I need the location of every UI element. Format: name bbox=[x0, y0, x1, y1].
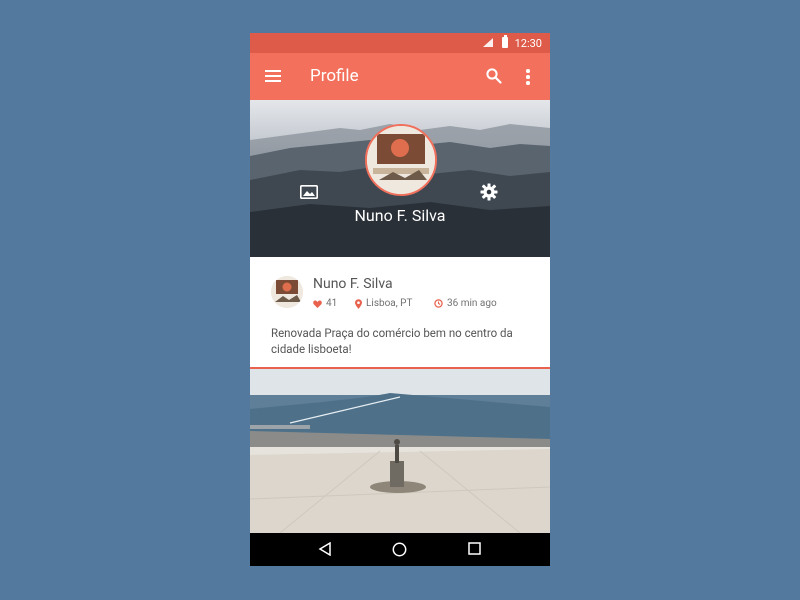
likes-meta[interactable]: 41 bbox=[313, 298, 337, 309]
home-circle-icon[interactable] bbox=[392, 542, 407, 557]
search-icon[interactable] bbox=[486, 68, 502, 84]
time-meta: 36 min ago bbox=[434, 298, 497, 309]
more-vert-icon[interactable] bbox=[526, 69, 530, 85]
image-icon[interactable] bbox=[300, 185, 318, 199]
status-time: 12:30 bbox=[514, 37, 542, 50]
signal-icon bbox=[483, 38, 493, 47]
post-author-name[interactable]: Nuno F. Silva bbox=[313, 276, 393, 292]
location-text: Lisboa, PT bbox=[366, 298, 413, 309]
back-triangle-icon[interactable] bbox=[318, 542, 332, 556]
profile-name: Nuno F. Silva bbox=[354, 206, 446, 225]
time-text: 36 min ago bbox=[447, 298, 497, 309]
page-title: Profile bbox=[310, 66, 359, 86]
profile-avatar[interactable] bbox=[365, 124, 437, 196]
post-author-avatar[interactable] bbox=[271, 276, 303, 308]
location-pin-icon bbox=[355, 298, 362, 309]
recents-square-icon[interactable] bbox=[468, 542, 481, 555]
app-bar: Profile bbox=[250, 53, 550, 100]
clock-icon bbox=[434, 299, 443, 308]
menu-icon[interactable] bbox=[265, 70, 281, 82]
phone-screen: 12:30 Profile Nuno F. Silva Nuno F. Silv… bbox=[250, 33, 550, 566]
battery-icon bbox=[502, 35, 508, 48]
location-meta[interactable]: Lisboa, PT bbox=[355, 298, 412, 309]
system-nav-bar bbox=[250, 533, 550, 566]
post-text: Renovada Praça do comércio bem no centro… bbox=[271, 326, 513, 356]
post-card[interactable]: Nuno F. Silva 41 Lisboa, PT 36 min ago R… bbox=[250, 257, 550, 369]
gear-icon[interactable] bbox=[480, 183, 498, 201]
likes-count: 41 bbox=[326, 298, 338, 309]
post-photo[interactable] bbox=[250, 369, 550, 533]
heart-icon bbox=[313, 299, 322, 308]
status-bar: 12:30 bbox=[250, 33, 550, 53]
